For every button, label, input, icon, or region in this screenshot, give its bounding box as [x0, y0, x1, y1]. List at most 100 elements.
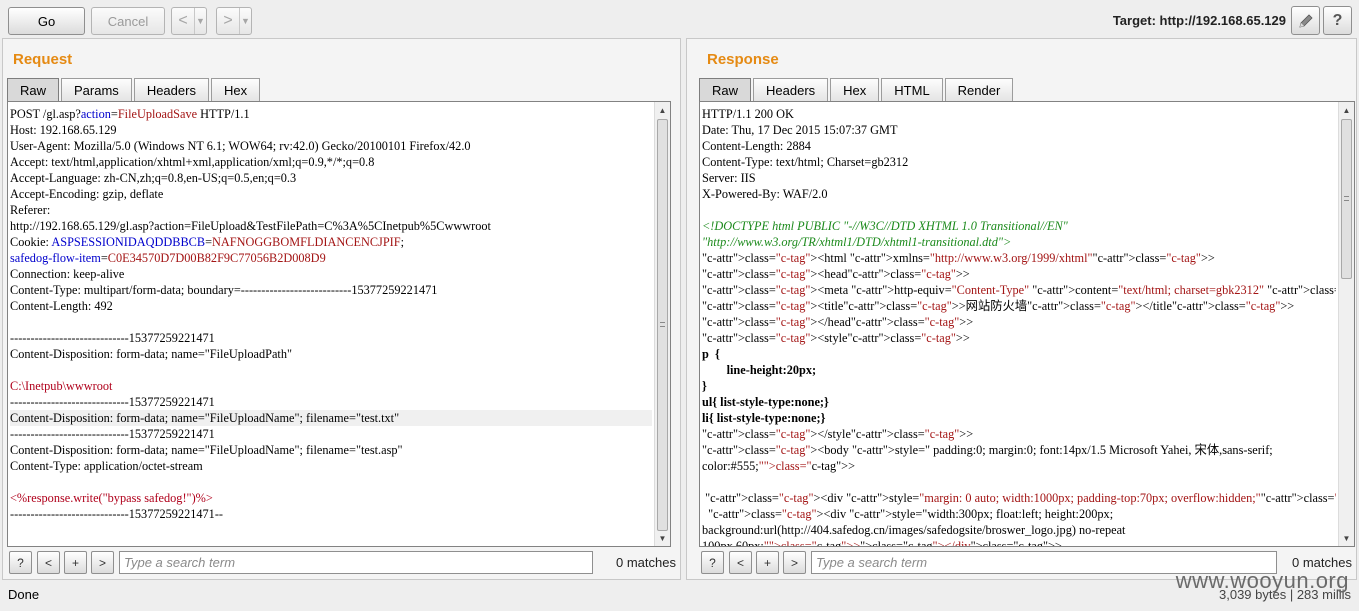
- response-line[interactable]: ul{ list-style-type:none;}: [702, 394, 1336, 410]
- cancel-button[interactable]: Cancel: [91, 7, 165, 35]
- response-line[interactable]: HTTP/1.1 200 OK: [702, 106, 1336, 122]
- search-next-button[interactable]: >: [783, 551, 806, 574]
- request-line[interactable]: Accept: text/html,application/xhtml+xml,…: [10, 154, 652, 170]
- response-line[interactable]: "c-attr">class="c-tag"><body "c-attr">st…: [702, 442, 1336, 458]
- request-line[interactable]: http://192.168.65.129/gl.asp?action=File…: [10, 218, 652, 234]
- response-line[interactable]: 100px 60px;"">class="c-tag">>">class="c-…: [702, 538, 1336, 546]
- request-tabs: Raw Params Headers Hex: [7, 78, 262, 101]
- scroll-up-icon[interactable]: ▲: [655, 102, 670, 118]
- response-line[interactable]: p {: [702, 346, 1336, 362]
- request-title: Request: [13, 51, 73, 68]
- response-line[interactable]: background:url(http://404.safedog.cn/ima…: [702, 522, 1336, 538]
- request-tab-params[interactable]: Params: [61, 78, 132, 101]
- request-scrollbar[interactable]: ▲ ▼: [654, 102, 670, 546]
- request-line[interactable]: Content-Disposition: form-data; name="Fi…: [10, 442, 652, 458]
- request-line[interactable]: POST /gl.asp?action=FileUploadSave HTTP/…: [10, 106, 652, 122]
- forward-arrow-icon[interactable]: >: [217, 8, 239, 34]
- request-line[interactable]: Content-Length: 492: [10, 298, 652, 314]
- search-options-button[interactable]: +: [64, 551, 87, 574]
- back-button-group[interactable]: < ▼: [171, 7, 207, 35]
- request-line[interactable]: ​: [10, 362, 652, 378]
- search-options-button[interactable]: +: [756, 551, 779, 574]
- response-line[interactable]: ​: [702, 474, 1336, 490]
- response-line[interactable]: "http://www.w3.org/TR/xhtml1/DTD/xhtml1-…: [702, 234, 1336, 250]
- response-line[interactable]: "c-attr">class="c-tag"><html "c-attr">xm…: [702, 250, 1336, 266]
- toolbar: Go Cancel < ▼ > ▼ Target: http://192.168…: [0, 0, 1359, 40]
- response-line[interactable]: Server: IIS: [702, 170, 1336, 186]
- scroll-up-icon[interactable]: ▲: [1339, 102, 1354, 118]
- request-line[interactable]: Content-Type: application/octet-stream: [10, 458, 652, 474]
- response-line[interactable]: "c-attr">class="c-tag"><meta "c-attr">ht…: [702, 282, 1336, 298]
- response-line[interactable]: ​: [702, 202, 1336, 218]
- back-arrow-icon[interactable]: <: [172, 8, 194, 34]
- request-text[interactable]: POST /gl.asp?action=FileUploadSave HTTP/…: [10, 106, 652, 546]
- response-line[interactable]: <!DOCTYPE html PUBLIC "-//W3C//DTD XHTML…: [702, 218, 1336, 234]
- response-line[interactable]: "c-attr">class="c-tag"><style"c-attr">cl…: [702, 330, 1336, 346]
- response-line[interactable]: line-height:20px;: [702, 362, 1336, 378]
- back-dropdown-icon[interactable]: ▼: [194, 8, 206, 34]
- scroll-thumb[interactable]: [1341, 119, 1352, 279]
- response-tab-raw[interactable]: Raw: [699, 78, 752, 101]
- request-line[interactable]: -----------------------------15377259221…: [10, 506, 652, 522]
- request-line[interactable]: -----------------------------15377259221…: [10, 394, 652, 410]
- response-line[interactable]: "c-attr">class="c-tag"><head"c-attr">cla…: [702, 266, 1336, 282]
- response-tab-render[interactable]: Render: [944, 78, 1014, 101]
- request-line[interactable]: Host: 192.168.65.129: [10, 122, 652, 138]
- response-line[interactable]: }: [702, 378, 1336, 394]
- pencil-icon[interactable]: [1291, 6, 1320, 35]
- response-line[interactable]: Date: Thu, 17 Dec 2015 15:07:37 GMT: [702, 122, 1336, 138]
- response-editor[interactable]: HTTP/1.1 200 OK Date: Thu, 17 Dec 2015 15…: [699, 101, 1355, 547]
- request-line[interactable]: <%response.write("bypass safedog!")%>: [10, 490, 652, 506]
- response-tab-hex[interactable]: Hex: [830, 78, 880, 101]
- response-line[interactable]: "c-attr">class="c-tag"></style"c-attr">c…: [702, 426, 1336, 442]
- scroll-down-icon[interactable]: ▼: [655, 530, 670, 546]
- go-button[interactable]: Go: [8, 7, 85, 35]
- scroll-thumb[interactable]: [657, 119, 668, 531]
- response-panel: Response Raw Headers Hex HTML Render HTT…: [686, 38, 1357, 580]
- response-line[interactable]: X-Powered-By: WAF/2.0: [702, 186, 1336, 202]
- response-tab-headers[interactable]: Headers: [753, 78, 829, 101]
- request-line[interactable]: Content-Disposition: form-data; name="Fi…: [10, 410, 652, 426]
- request-search-bar: ? < + > 0 matches: [7, 550, 676, 576]
- request-search-input[interactable]: [119, 551, 593, 574]
- request-tab-raw[interactable]: Raw: [7, 78, 60, 101]
- request-tab-hex[interactable]: Hex: [210, 78, 261, 101]
- response-line[interactable]: color:#555;"">class="c-tag">>: [702, 458, 1336, 474]
- request-line[interactable]: Content-Type: multipart/form-data; bound…: [10, 282, 652, 298]
- request-line[interactable]: ​: [10, 474, 652, 490]
- response-line[interactable]: "c-attr">class="c-tag"></head"c-attr">cl…: [702, 314, 1336, 330]
- search-next-button[interactable]: >: [91, 551, 114, 574]
- forward-dropdown-icon[interactable]: ▼: [239, 8, 251, 34]
- request-line[interactable]: ​: [10, 314, 652, 330]
- response-text[interactable]: HTTP/1.1 200 OK Date: Thu, 17 Dec 2015 15…: [702, 106, 1336, 546]
- response-tab-html[interactable]: HTML: [881, 78, 943, 101]
- search-help-button[interactable]: ?: [701, 551, 724, 574]
- request-line[interactable]: -----------------------------15377259221…: [10, 330, 652, 346]
- request-line[interactable]: Referer:: [10, 202, 652, 218]
- request-line[interactable]: User-Agent: Mozilla/5.0 (Windows NT 6.1;…: [10, 138, 652, 154]
- response-line[interactable]: Content-Type: text/html; Charset=gb2312: [702, 154, 1336, 170]
- request-line[interactable]: Content-Disposition: form-data; name="Fi…: [10, 346, 652, 362]
- search-help-button[interactable]: ?: [9, 551, 32, 574]
- request-tab-headers[interactable]: Headers: [133, 78, 209, 101]
- search-prev-button[interactable]: <: [729, 551, 752, 574]
- request-line[interactable]: safedog-flow-item=C0E34570D7D00B82F9C770…: [10, 250, 652, 266]
- response-line[interactable]: Content-Length: 2884: [702, 138, 1336, 154]
- request-line[interactable]: -----------------------------15377259221…: [10, 426, 652, 442]
- response-line[interactable]: li{ list-style-type:none;}: [702, 410, 1336, 426]
- status-bar: Done 3,039 bytes | 283 millis: [0, 582, 1359, 611]
- response-line[interactable]: "c-attr">class="c-tag"><div "c-attr">sty…: [702, 490, 1336, 506]
- response-line[interactable]: "c-attr">class="c-tag"><title"c-attr">cl…: [702, 298, 1336, 314]
- request-line[interactable]: Accept-Encoding: gzip, deflate: [10, 186, 652, 202]
- request-line[interactable]: Cookie: ASPSESSIONIDAQDDBBCB=NAFNOGGBOMF…: [10, 234, 652, 250]
- scroll-down-icon[interactable]: ▼: [1339, 530, 1354, 546]
- request-line[interactable]: Accept-Language: zh-CN,zh;q=0.8,en-US;q=…: [10, 170, 652, 186]
- help-icon[interactable]: ?: [1323, 6, 1352, 35]
- request-editor[interactable]: POST /gl.asp?action=FileUploadSave HTTP/…: [7, 101, 671, 547]
- response-line[interactable]: "c-attr">class="c-tag"><div "c-attr">sty…: [702, 506, 1336, 522]
- forward-button-group[interactable]: > ▼: [216, 7, 252, 35]
- search-prev-button[interactable]: <: [37, 551, 60, 574]
- request-line[interactable]: Connection: keep-alive: [10, 266, 652, 282]
- response-scrollbar[interactable]: ▲ ▼: [1338, 102, 1354, 546]
- request-line[interactable]: C:\Inetpub\wwwroot: [10, 378, 652, 394]
